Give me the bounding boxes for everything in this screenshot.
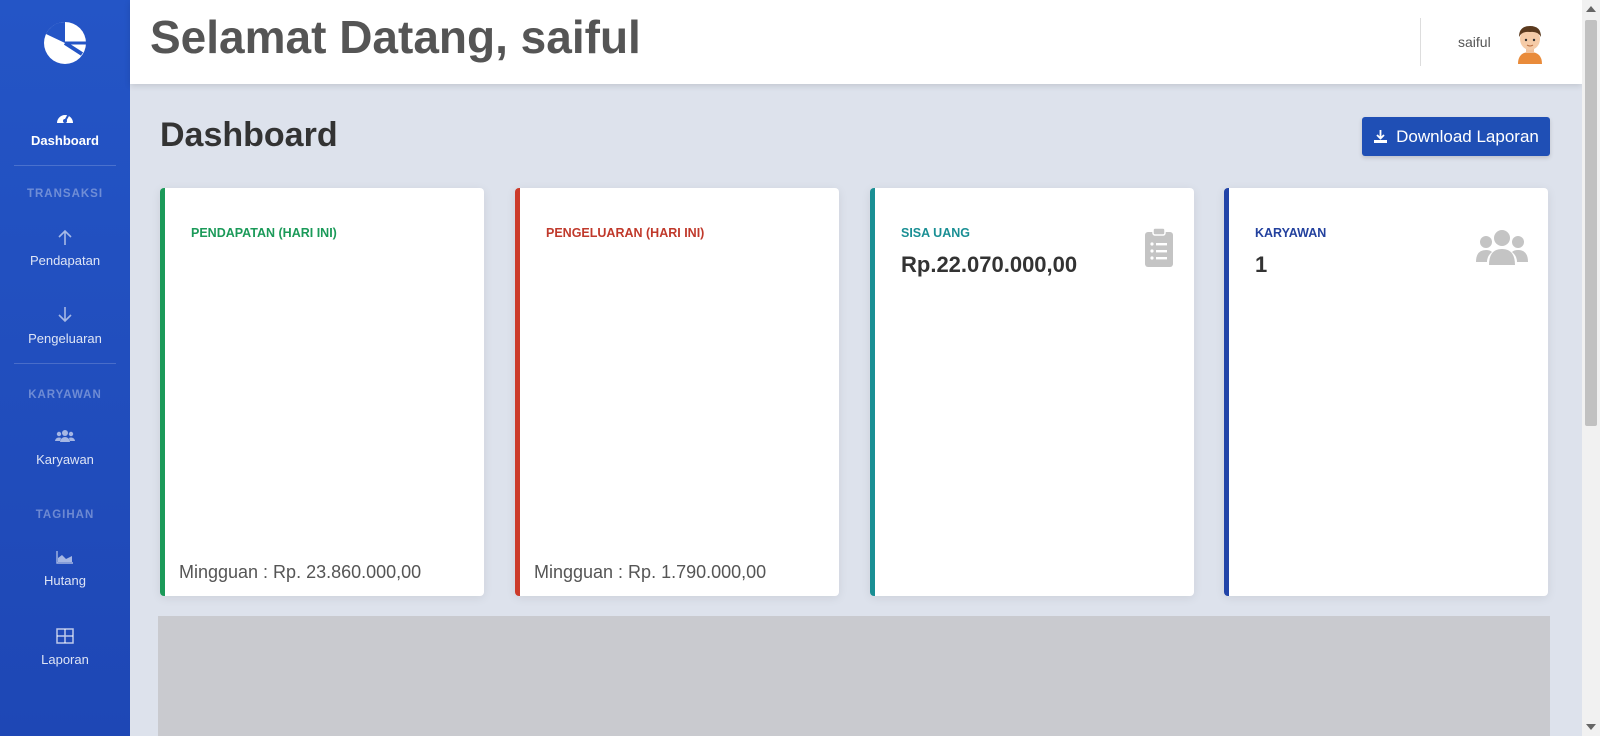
- scroll-thumb[interactable]: [1585, 20, 1597, 426]
- card-footer: Mingguan : Rp. 23.860.000,00: [179, 562, 422, 582]
- topbar-divider: [1420, 18, 1421, 66]
- sidebar-item-karyawan[interactable]: Karyawan: [0, 427, 130, 469]
- sidebar-item-hutang[interactable]: Hutang: [0, 548, 130, 590]
- topbar: Selamat Datang, saiful saiful: [130, 0, 1582, 84]
- sidebar-divider: [14, 165, 116, 166]
- card-header: SISA UANG: [901, 226, 970, 240]
- section-transaksi: TRANSAKSI: [26, 188, 104, 200]
- sidebar-item-label: Pendapatan: [29, 253, 101, 268]
- card-header: PENDAPATAN (HARI INI): [191, 226, 337, 240]
- arrow-down-icon: [58, 307, 72, 323]
- user-name[interactable]: saiful: [1458, 34, 1491, 50]
- card-karyawan: KARYAWAN 1: [1224, 188, 1548, 596]
- scroll-down-icon[interactable]: [1586, 724, 1596, 730]
- users-icon: [1476, 230, 1528, 265]
- avatar[interactable]: [1508, 20, 1552, 64]
- sidebar-item-label: Karyawan: [36, 452, 94, 467]
- sidebar-item-label: Laporan: [41, 652, 89, 667]
- pie-chart-icon[interactable]: [42, 20, 88, 66]
- section-tagihan: TAGIHAN: [35, 509, 95, 521]
- scrollbar[interactable]: [1582, 0, 1600, 736]
- card-pengeluaran: PENGELUARAN (HARI INI) Mingguan : Rp. 1.…: [515, 188, 839, 596]
- card-pendapatan: PENDAPATAN (HARI INI) Mingguan : Rp. 23.…: [160, 188, 484, 596]
- sidebar-item-pengeluaran[interactable]: Pengeluaran: [0, 306, 130, 348]
- download-report-button[interactable]: Download Laporan: [1362, 117, 1550, 156]
- download-icon: [1374, 130, 1388, 143]
- sidebar-item-laporan[interactable]: Laporan: [0, 627, 130, 669]
- sidebar-item-label: Hutang: [44, 573, 86, 588]
- section-karyawan: KARYAWAN: [28, 389, 102, 401]
- sidebar-item-dashboard[interactable]: Dashboard: [0, 108, 130, 150]
- card-header: PENGELUARAN (HARI INI): [546, 226, 705, 240]
- card-footer: Mingguan : Rp. 1.790.000,00: [534, 562, 767, 582]
- card-value: Rp.22.070.000,00: [901, 252, 1078, 277]
- sidebar-item-label: Pengeluaran: [28, 331, 102, 346]
- sidebar-divider: [14, 363, 116, 364]
- card-value: 1: [1255, 252, 1268, 277]
- sidebar-item-label: Dashboard: [31, 133, 99, 148]
- arrow-up-icon: [58, 229, 72, 245]
- card-sisa-uang: SISA UANG Rp.22.070.000,00: [870, 188, 1194, 596]
- welcome-heading: Selamat Datang, saiful: [150, 11, 641, 63]
- scroll-up-icon[interactable]: [1586, 6, 1596, 12]
- area-chart-icon: [56, 551, 73, 564]
- users-icon: [55, 430, 75, 442]
- tachometer-icon: [57, 113, 73, 123]
- download-report-label: Download Laporan: [1396, 126, 1539, 146]
- page-title: Dashboard: [160, 116, 338, 154]
- table-icon: [56, 628, 74, 644]
- sidebar: Dashboard TRANSAKSI Pendapatan Pengeluar…: [0, 0, 130, 736]
- card-header: KARYAWAN: [1255, 226, 1327, 240]
- sidebar-item-pendapatan[interactable]: Pendapatan: [0, 228, 130, 270]
- content-panel: [158, 616, 1550, 736]
- clipboard-list-icon: [1145, 228, 1173, 267]
